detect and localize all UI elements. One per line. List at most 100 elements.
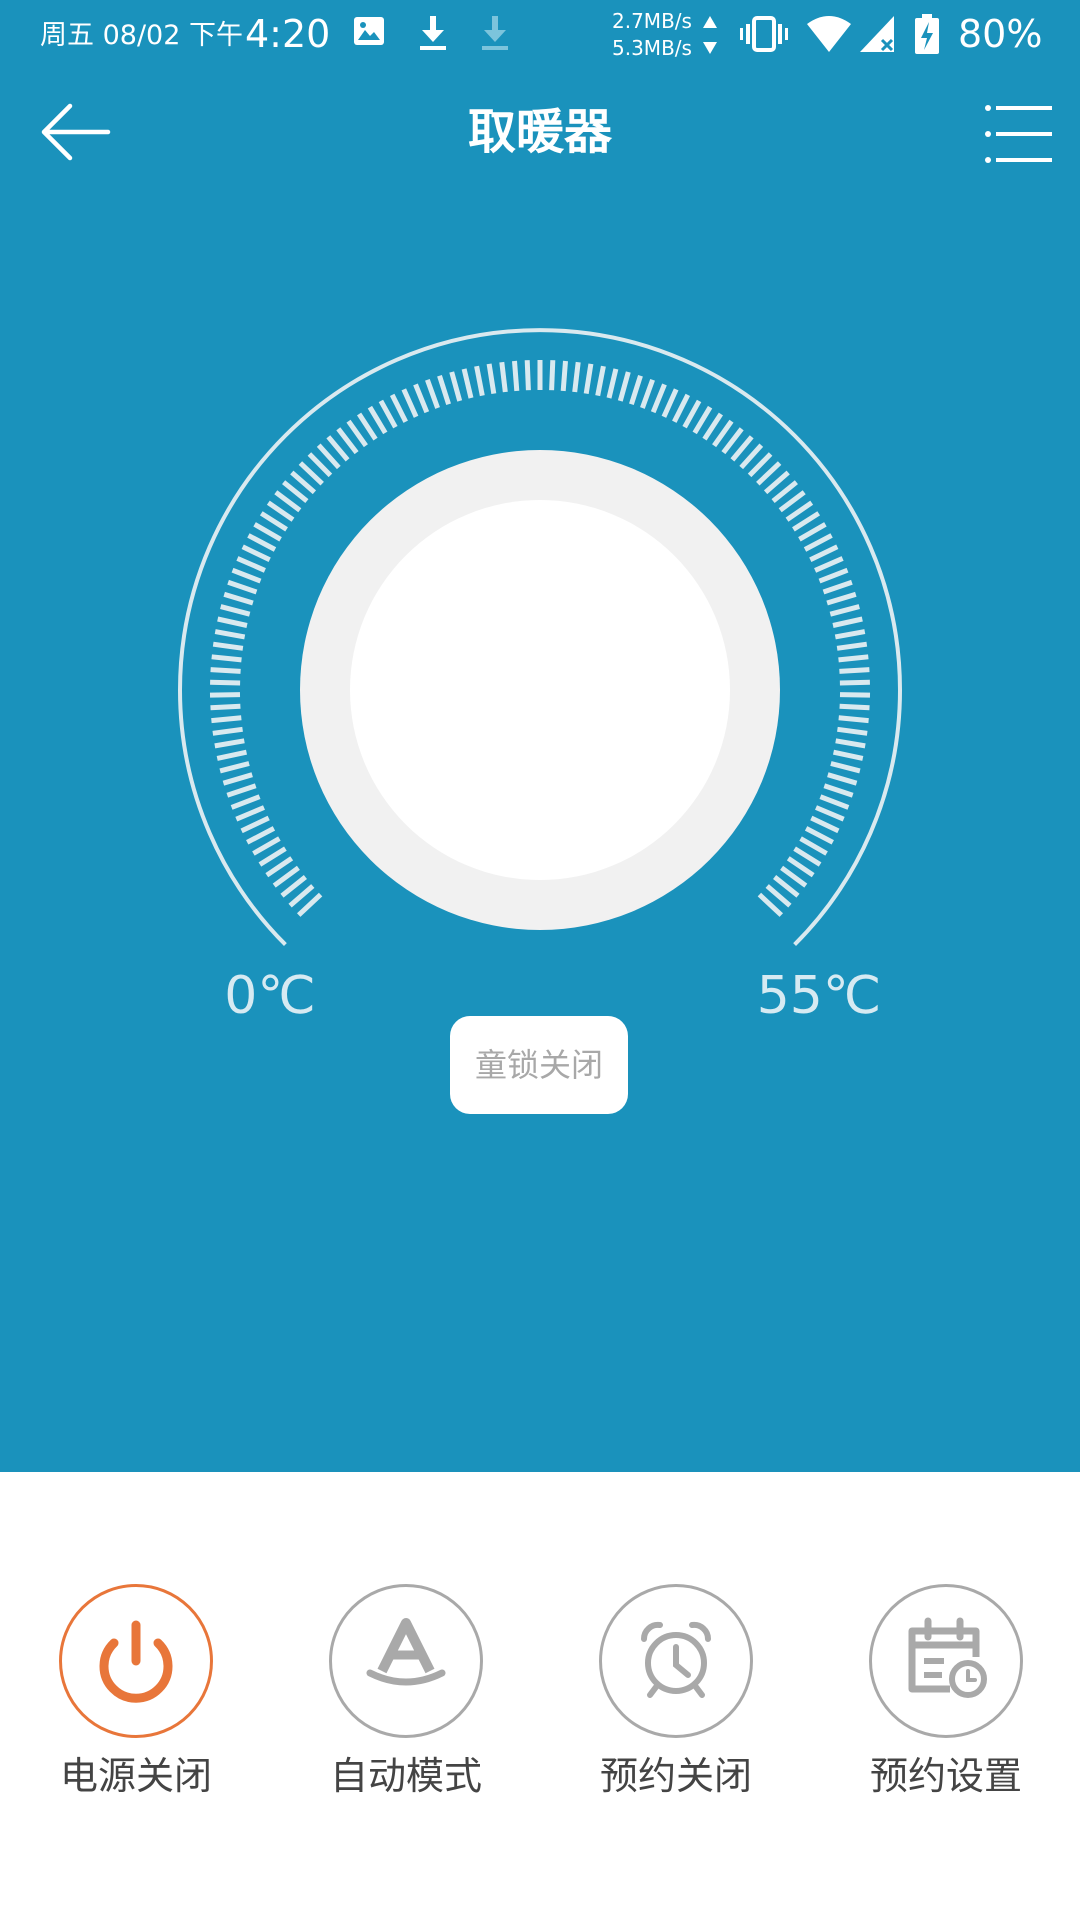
dial-tick [803,533,833,552]
schedule-settings-button[interactable] [869,1584,1023,1738]
dial-tick [650,383,667,414]
dial-tick [217,616,248,628]
power-icon [99,1620,173,1703]
dial-tick [827,772,858,786]
dial-tick [241,544,271,563]
dial-tick [830,761,861,774]
dial-tick [815,805,845,822]
dial-tick [367,405,388,435]
child-lock-button[interactable]: 童锁关闭 [450,1016,628,1114]
calendar-clock-icon [908,1617,987,1698]
schedule-settings-control[interactable]: 预约设置 [838,1584,1058,1824]
dial-tick [231,567,262,584]
dial-tick [220,604,251,617]
dial-tick [211,715,242,724]
schedule-settings-label: 预约设置 [869,1754,1022,1798]
dial-tick [682,399,702,429]
auto-mode-control[interactable]: 自动模式 [298,1584,518,1824]
dial-tick [629,374,643,406]
page-title: 取暖器 [467,104,612,160]
status-bar: 周五 08/02 下午 4:20 2.7MB/s 5.3MB/s 80% [0,0,1080,72]
dial-tick [216,749,248,761]
dial-tick [692,405,713,435]
auto-mode-label: 自动模式 [329,1754,482,1798]
dial-tick [209,692,241,698]
dial-knob-inner [350,500,730,880]
dial-tick [595,365,606,397]
dial-tick [437,374,451,406]
dial-tick [210,703,241,711]
dial-tick [799,836,828,856]
dial-tick [210,679,241,686]
download-icon [478,14,512,56]
dial-tick [236,556,266,573]
image-icon [352,14,386,52]
status-date: 周五 08/02 下午 [40,20,243,51]
schedule-off-label: 预约关闭 [599,1754,752,1798]
power-control[interactable]: 电源关闭 [28,1584,248,1824]
dial-tick [222,772,253,786]
dial-tick [839,703,870,711]
dial-tick [822,579,853,595]
signal-icon [858,14,898,58]
dial-tick [230,794,261,810]
transfer-arrows-icon [702,14,718,60]
dial-tick [486,363,497,394]
dial-tick [572,361,581,393]
power-label: 电源关闭 [59,1754,212,1798]
dial-tick [253,522,282,542]
schedule-off-control[interactable]: 预约关闭 [568,1584,788,1824]
back-arrow-icon [41,103,111,161]
dial-tick [560,360,568,392]
dial-tick [661,388,679,418]
temperature-dial[interactable] [160,300,920,1000]
dial-tick [814,556,844,573]
min-temperature-label: 0℃ [224,966,316,1026]
download-icon [416,14,450,56]
dial-tick [499,361,508,393]
dial-tick [240,815,270,834]
dial-tick [223,591,254,606]
dial-tick [837,726,868,736]
menu-list-icon [985,105,1052,163]
power-button[interactable] [59,1584,213,1738]
schedule-off-button[interactable] [599,1584,753,1738]
dial-tick [247,533,277,552]
app-header: 取暖器 [0,72,1080,192]
dial-tick [832,749,864,761]
dial-tick [413,383,430,414]
auto-mode-icon [366,1618,446,1686]
dial-tick [461,368,474,399]
dial-tick [804,826,834,845]
dial-tick [640,378,655,409]
dial-tick [212,641,244,651]
dial-tick [832,616,863,628]
max-temperature-label: 55℃ [756,966,882,1026]
dial-tick [834,629,866,640]
dial-tick [798,522,827,542]
dial-tick [839,667,870,674]
auto-mode-button[interactable] [329,1584,483,1738]
dial-tick [389,393,408,423]
menu-button[interactable] [984,102,1054,166]
dial-tick [252,836,281,856]
status-time: 4:20 [245,12,331,56]
dial-tick [227,579,258,595]
dial-tick [838,654,869,663]
dial-tick [474,365,485,397]
top-panel: 周五 08/02 下午 4:20 2.7MB/s 5.3MB/s 80% 取暖器… [0,0,1080,1472]
dial-tick [583,363,594,394]
control-bar: 电源关闭 自动模式 预约关闭 预约设置 [0,1472,1080,1920]
dial-tick [212,726,243,736]
dial-tick [425,378,440,409]
heater-screen: 周五 08/02 下午 4:20 2.7MB/s 5.3MB/s 80% 取暖器… [0,0,1080,1920]
dial-tick [823,783,854,798]
speed-down: 5.3MB/s [612,36,692,60]
dial-tick [211,654,242,663]
battery-charging-icon [914,14,940,60]
back-button[interactable] [36,96,116,168]
dial-tick [606,368,619,399]
battery-percent: 80% [958,12,1043,56]
dial-tick [214,738,245,749]
vibrate-icon [740,14,788,58]
